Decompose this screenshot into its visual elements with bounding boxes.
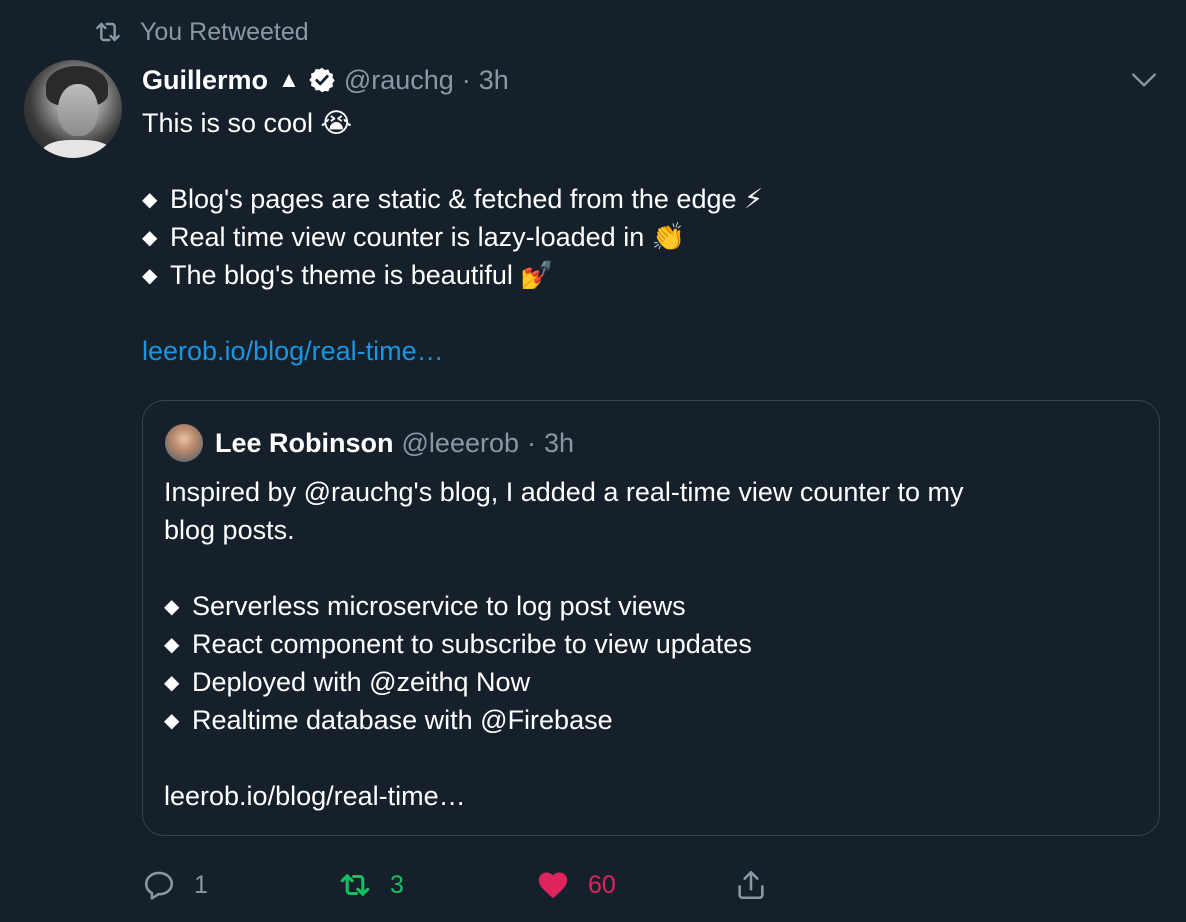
triangle-icon: ▲ [278, 67, 300, 92]
quoted-author-name: Lee Robinson [215, 427, 394, 458]
separator-dot: · [461, 64, 471, 95]
author-display-name[interactable]: Guillermo [142, 65, 268, 96]
separator-dot: · [527, 427, 536, 458]
retweet-context-label: You Retweeted [140, 17, 309, 46]
chevron-down-icon[interactable] [1128, 64, 1160, 96]
bullet-diamond: ◆ [142, 265, 158, 287]
tweet-header: Guillermo ▲ @rauchg · 3h [142, 60, 509, 100]
retweet-count: 3 [390, 870, 404, 899]
tweet-body: This is so cool 😭 ◆ Blog's pages are stat… [142, 104, 1142, 370]
retweet-icon [96, 22, 120, 42]
quoted-line: Inspired by @rauchg's blog, I added a re… [164, 477, 964, 507]
bullet-diamond: ◆ [164, 596, 180, 618]
author-handle[interactable]: @rauchg [344, 65, 454, 96]
tweet-bullet-text: Blog's pages are static & fetched from t… [170, 184, 763, 214]
quoted-author-avatar [165, 424, 203, 462]
retweet-button[interactable]: 3 [338, 864, 404, 906]
quoted-line: blog posts. [164, 515, 295, 545]
reply-icon [144, 871, 174, 900]
like-button[interactable]: 60 [536, 864, 616, 906]
quoted-link: leerob.io/blog/real-time… [164, 781, 466, 811]
quoted-bullet: ◆ React component to subscribe to view up… [164, 625, 1124, 663]
quoted-tweet-body: Inspired by @rauchg's blog, I added a re… [164, 473, 1124, 815]
tweet-bullet-text: The blog's theme is beautiful 💅 [170, 260, 554, 290]
bullet-diamond: ◆ [164, 634, 180, 656]
share-button[interactable] [734, 864, 768, 906]
heart-icon [538, 872, 568, 899]
quoted-bullet: ◆ Serverless microservice to log post vie… [164, 587, 1124, 625]
tweet-bullet: ◆ The blog's theme is beautiful 💅 [142, 256, 1142, 294]
tweet-timestamp[interactable]: 3h [479, 65, 509, 96]
quoted-bullet: ◆ Realtime database with @Firebase [164, 701, 1124, 739]
tweet-intro: This is so cool 😭 [142, 108, 353, 138]
quoted-bullet-text: Realtime database with @Firebase [192, 705, 613, 735]
reply-count: 1 [194, 870, 208, 899]
quoted-tweet[interactable]: Lee Robinson @leeerob · 3h Inspired by @… [142, 400, 1160, 836]
verified-badge-icon [309, 67, 335, 93]
retweet-context: You Retweeted [92, 14, 309, 50]
author-avatar[interactable] [24, 60, 122, 158]
retweet-icon [340, 874, 370, 896]
tweet-link[interactable]: leerob.io/blog/real-time… [142, 336, 444, 366]
like-count: 60 [588, 870, 616, 899]
bullet-diamond: ◆ [164, 710, 180, 732]
tweet-bullet: ◆ Blog's pages are static & fetched from … [142, 180, 1142, 218]
tweet[interactable]: You Retweeted Guillermo ▲ @rauchg · 3h T… [0, 0, 1186, 922]
tweet-bullet: ◆ Real time view counter is lazy-loaded i… [142, 218, 1142, 256]
quoted-bullet: ◆ Deployed with @zeithq Now [164, 663, 1124, 701]
quoted-bullet-text: Deployed with @zeithq Now [192, 667, 531, 697]
quoted-tweet-header: Lee Robinson @leeerob · 3h [165, 423, 574, 463]
bullet-diamond: ◆ [164, 672, 180, 694]
bullet-diamond: ◆ [142, 227, 158, 249]
bullet-diamond: ◆ [142, 189, 158, 211]
tweet-actions: 1 3 60 [142, 864, 842, 906]
quoted-bullet-text: Serverless microservice to log post view… [192, 591, 686, 621]
quoted-bullet-text: React component to subscribe to view upd… [192, 629, 752, 659]
quoted-author-handle: @leeerob [401, 427, 519, 458]
share-icon [738, 870, 764, 900]
reply-button[interactable]: 1 [142, 864, 208, 906]
tweet-bullet-text: Real time view counter is lazy-loaded in… [170, 222, 686, 252]
quoted-timestamp: 3h [544, 427, 575, 458]
